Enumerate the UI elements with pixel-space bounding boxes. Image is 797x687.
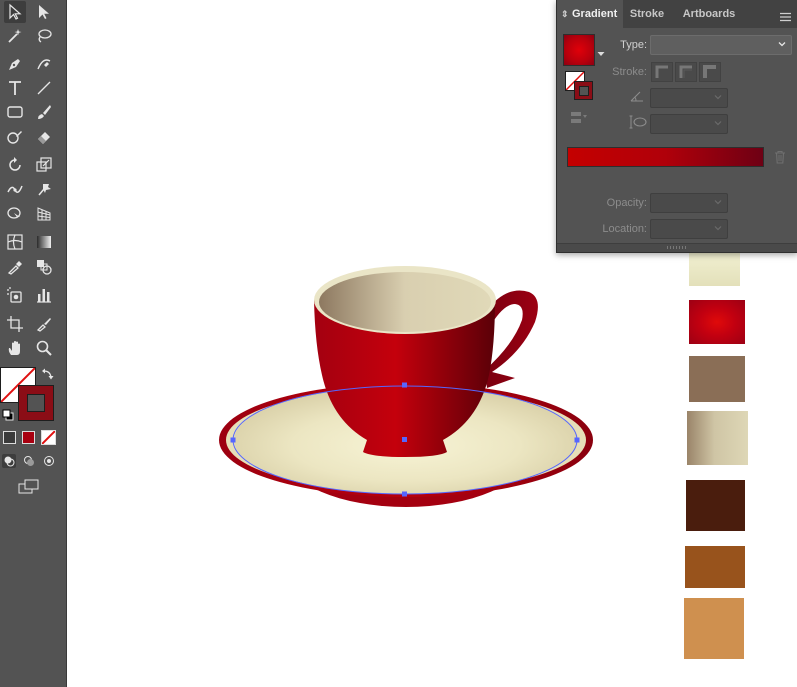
- blend-tool-icon[interactable]: [33, 256, 55, 278]
- panel-stroke-indicator[interactable]: [574, 81, 593, 100]
- rotate-tool-icon[interactable]: [4, 154, 26, 176]
- panel-collapse-icon[interactable]: ⇕: [561, 0, 569, 28]
- gradient-preview-swatch[interactable]: [563, 34, 595, 66]
- width-tool-icon[interactable]: [4, 178, 26, 200]
- type-tool-icon[interactable]: [4, 77, 26, 99]
- magic-wand-tool-icon[interactable]: [4, 25, 26, 47]
- draw-inside-icon[interactable]: [42, 454, 56, 468]
- none-mode-button[interactable]: [41, 430, 56, 445]
- default-fill-stroke-icon[interactable]: [2, 408, 14, 421]
- swatch-rust-brown[interactable]: [685, 546, 745, 588]
- color-mode-button[interactable]: [3, 431, 16, 444]
- panel-tab-bar: ⇕ Gradient Stroke Artboards: [557, 0, 797, 28]
- artboard-tool-icon[interactable]: [4, 313, 26, 335]
- swatch-tan-gradient[interactable]: [687, 411, 748, 465]
- gradient-slider[interactable]: [567, 147, 764, 167]
- selection-tool-icon[interactable]: [4, 1, 26, 23]
- zoom-tool-icon[interactable]: [33, 337, 55, 359]
- panel-menu-icon[interactable]: [780, 9, 791, 22]
- gradient-type-select[interactable]: [650, 35, 792, 55]
- angle-field[interactable]: [650, 88, 728, 108]
- tab-gradient[interactable]: ⇕ Gradient: [557, 0, 623, 28]
- chevron-down-icon: [714, 226, 722, 231]
- line-segment-tool-icon[interactable]: [33, 77, 55, 99]
- slice-tool-icon[interactable]: [33, 313, 55, 335]
- shaper-tool-icon[interactable]: [4, 126, 26, 148]
- opacity-label: Opacity:: [606, 197, 647, 209]
- swatch-mocha[interactable]: [689, 356, 745, 402]
- chevron-down-icon: [778, 42, 786, 47]
- gradient-mode-button[interactable]: [22, 431, 35, 444]
- draw-normal-icon[interactable]: [2, 454, 16, 468]
- pen-tool-icon[interactable]: [4, 53, 26, 75]
- eraser-tool-icon[interactable]: [33, 126, 55, 148]
- opacity-field[interactable]: [650, 193, 728, 213]
- stroke-gradient-across-button[interactable]: [699, 62, 721, 82]
- perspective-grid-tool-icon[interactable]: [33, 203, 55, 225]
- puppet-warp-tool-icon[interactable]: [33, 178, 55, 200]
- delete-stop-icon[interactable]: [774, 150, 786, 164]
- location-field[interactable]: [650, 219, 728, 239]
- swap-fill-stroke-icon[interactable]: [41, 367, 55, 381]
- column-graph-tool-icon[interactable]: [33, 284, 55, 306]
- eyedropper-tool-icon[interactable]: [4, 256, 26, 278]
- gradient-panel: ⇕ Gradient Stroke Artboards Type: Stroke…: [556, 0, 797, 253]
- cup-interior[interactable]: [319, 272, 491, 332]
- stroke-swatch[interactable]: [18, 385, 54, 421]
- stroke-gradient-within-button[interactable]: [651, 62, 673, 82]
- lasso-tool-icon[interactable]: [33, 25, 55, 47]
- aspect-ratio-icon: [629, 114, 647, 130]
- swatch-dark-brown[interactable]: [686, 480, 745, 531]
- stroke-label: Stroke:: [612, 66, 647, 78]
- screen-mode-icon[interactable]: [18, 479, 40, 495]
- direct-selection-tool-icon[interactable]: [33, 1, 55, 23]
- paintbrush-tool-icon[interactable]: [33, 101, 55, 123]
- hand-tool-icon[interactable]: [4, 337, 26, 359]
- mesh-tool-icon[interactable]: [4, 231, 26, 253]
- angle-icon: [629, 89, 645, 103]
- gradient-tool-icon[interactable]: [33, 231, 55, 253]
- tools-panel: [0, 0, 67, 687]
- chevron-down-icon: [714, 121, 722, 126]
- shape-builder-tool-icon[interactable]: [4, 203, 26, 225]
- type-label: Type:: [620, 39, 647, 51]
- symbol-sprayer-tool-icon[interactable]: [4, 284, 26, 306]
- aspect-ratio-field[interactable]: [650, 114, 728, 134]
- swatch-caramel[interactable]: [684, 598, 744, 659]
- chevron-down-icon: [714, 200, 722, 205]
- location-label: Location:: [602, 223, 647, 235]
- stroke-gradient-along-button[interactable]: [675, 62, 697, 82]
- tab-artboards[interactable]: Artboards: [671, 0, 747, 28]
- curvature-tool-icon[interactable]: [33, 53, 55, 75]
- panel-resize-grip[interactable]: [557, 243, 797, 252]
- rectangle-tool-icon[interactable]: [4, 101, 26, 123]
- chevron-down-icon: [714, 95, 722, 100]
- scale-tool-icon[interactable]: [33, 154, 55, 176]
- tab-stroke[interactable]: Stroke: [624, 0, 670, 28]
- draw-behind-icon[interactable]: [22, 454, 36, 468]
- reverse-gradient-icon[interactable]: [570, 110, 588, 126]
- swatch-red-radial[interactable]: [689, 300, 745, 344]
